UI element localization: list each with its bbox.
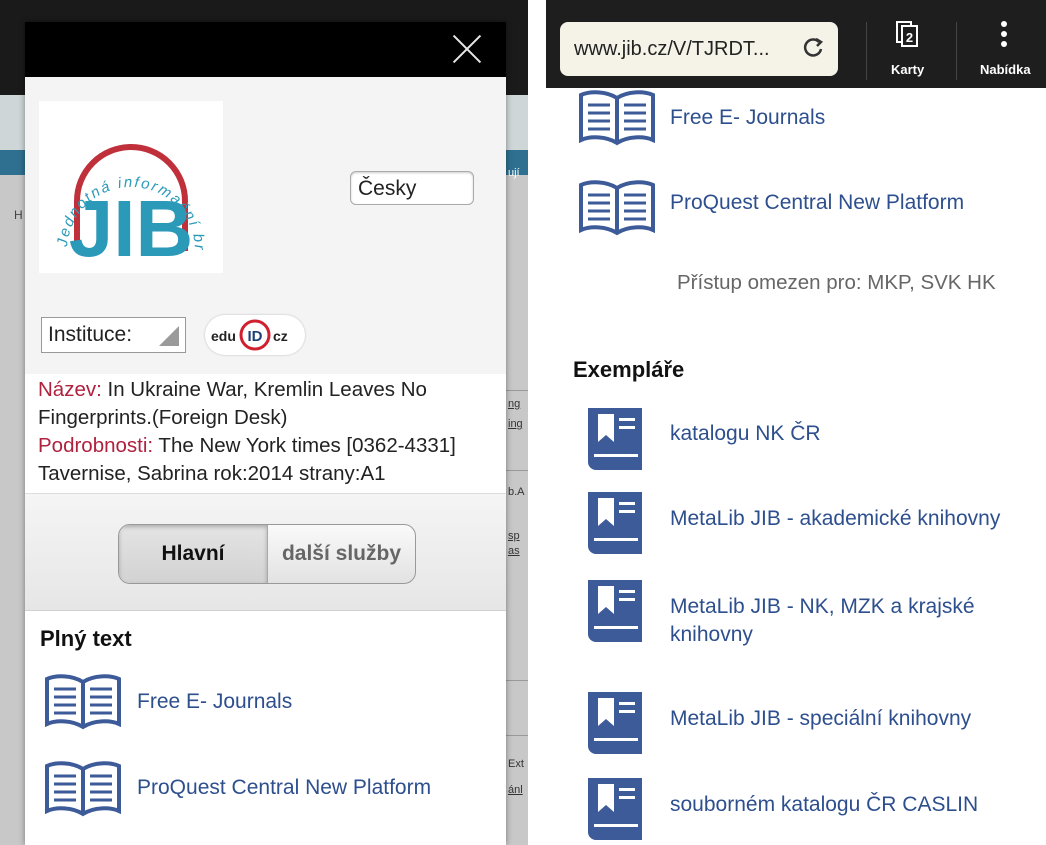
- bookmark-book-icon[interactable]: [584, 488, 650, 559]
- open-book-icon[interactable]: [578, 178, 656, 241]
- holdings-link[interactable]: souborném katalogu ČR CASLIN: [670, 793, 978, 817]
- background-fragment: sp: [508, 530, 520, 542]
- language-select[interactable]: Česky: [350, 171, 474, 205]
- holdings-link[interactable]: MetaLib JIB - akademické knihovny: [670, 507, 1000, 531]
- tabs-label[interactable]: Karty: [891, 62, 924, 77]
- menu-label[interactable]: Nabídka: [980, 62, 1031, 77]
- background-fragment: b.A: [508, 486, 525, 498]
- eduid-logo[interactable]: edu ID cz: [205, 315, 305, 355]
- fulltext-link[interactable]: Free E- Journals: [137, 690, 292, 714]
- service-modal: Jednotná informační brána JIB Česky Inst…: [25, 22, 506, 845]
- record-info: Název: In Ukraine War, Kremlin Leaves No…: [25, 374, 506, 494]
- close-icon[interactable]: [450, 32, 484, 66]
- details-label: Podrobnosti:: [38, 434, 154, 457]
- open-book-icon[interactable]: [44, 672, 122, 735]
- tab-main[interactable]: Hlavní: [119, 525, 267, 583]
- institution-select[interactable]: Instituce:: [41, 317, 186, 353]
- dropdown-arrow-icon: [159, 326, 179, 346]
- svg-text:ID: ID: [248, 328, 263, 345]
- background-fragment: H: [14, 208, 23, 222]
- tabs-area: Hlavní další služby: [25, 494, 506, 611]
- overflow-menu-icon[interactable]: [998, 20, 1022, 48]
- bookmark-book-icon[interactable]: [584, 774, 650, 845]
- open-book-icon[interactable]: [44, 759, 122, 822]
- jib-logo: Jednotná informační brána JIB: [34, 88, 223, 273]
- holdings-link[interactable]: MetaLib JIB - NK, MZK a krajské knihovny: [670, 593, 1010, 649]
- institution-row: Instituce: edu ID cz: [25, 299, 506, 375]
- background-fragment: ánl: [508, 784, 523, 796]
- svg-text:edu: edu: [211, 328, 236, 344]
- bookmark-book-icon[interactable]: [584, 688, 650, 759]
- fulltext-heading: Plný text: [40, 626, 132, 651]
- svg-text:2: 2: [906, 30, 913, 45]
- url-text: www.jib.cz/V/TJRDT...: [574, 38, 770, 60]
- logo-text: JIB: [69, 184, 194, 273]
- background-fragment: ing: [508, 418, 523, 430]
- background-fragment: as: [508, 545, 520, 557]
- title-label: Název:: [38, 378, 102, 401]
- fulltext-link[interactable]: Free E- Journals: [670, 106, 825, 130]
- right-screen: www.jib.cz/V/TJRDT... 2 Karty Nabídka Fr…: [546, 0, 1046, 845]
- background-fragment: ng: [508, 398, 521, 410]
- tab-more-services[interactable]: další služby: [267, 525, 415, 583]
- access-restriction: Přístup omezen pro: MKP, SVK HK: [677, 271, 996, 294]
- open-book-icon[interactable]: [578, 88, 656, 151]
- bookmark-book-icon[interactable]: [584, 404, 650, 475]
- reload-icon[interactable]: [802, 37, 824, 59]
- panel-gap: [528, 0, 546, 845]
- left-screen: ují H ng ing b.A sp as Ext ánl Jednotná …: [0, 0, 528, 845]
- bookmark-book-icon[interactable]: [584, 576, 650, 647]
- background-fragment: ují: [508, 167, 520, 179]
- tabs-icon[interactable]: 2: [895, 20, 919, 48]
- segmented-tabs: Hlavní další služby: [118, 524, 416, 584]
- background-fragment: Ext: [508, 758, 524, 770]
- modal-header: [25, 22, 506, 77]
- holdings-link[interactable]: katalogu NK ČR: [670, 422, 821, 446]
- url-bar[interactable]: www.jib.cz/V/TJRDT...: [560, 22, 838, 76]
- holdings-link[interactable]: MetaLib JIB - speciální knihovny: [670, 707, 971, 731]
- svg-text:cz: cz: [273, 328, 288, 344]
- institution-label: Instituce:: [48, 323, 133, 346]
- browser-toolbar: www.jib.cz/V/TJRDT... 2 Karty Nabídka: [546, 0, 1046, 88]
- holdings-heading: Exempláře: [573, 357, 685, 382]
- fulltext-link[interactable]: ProQuest Central New Platform: [670, 191, 964, 215]
- fulltext-link[interactable]: ProQuest Central New Platform: [137, 776, 431, 800]
- logo-area: Jednotná informační brána JIB Česky: [25, 77, 506, 300]
